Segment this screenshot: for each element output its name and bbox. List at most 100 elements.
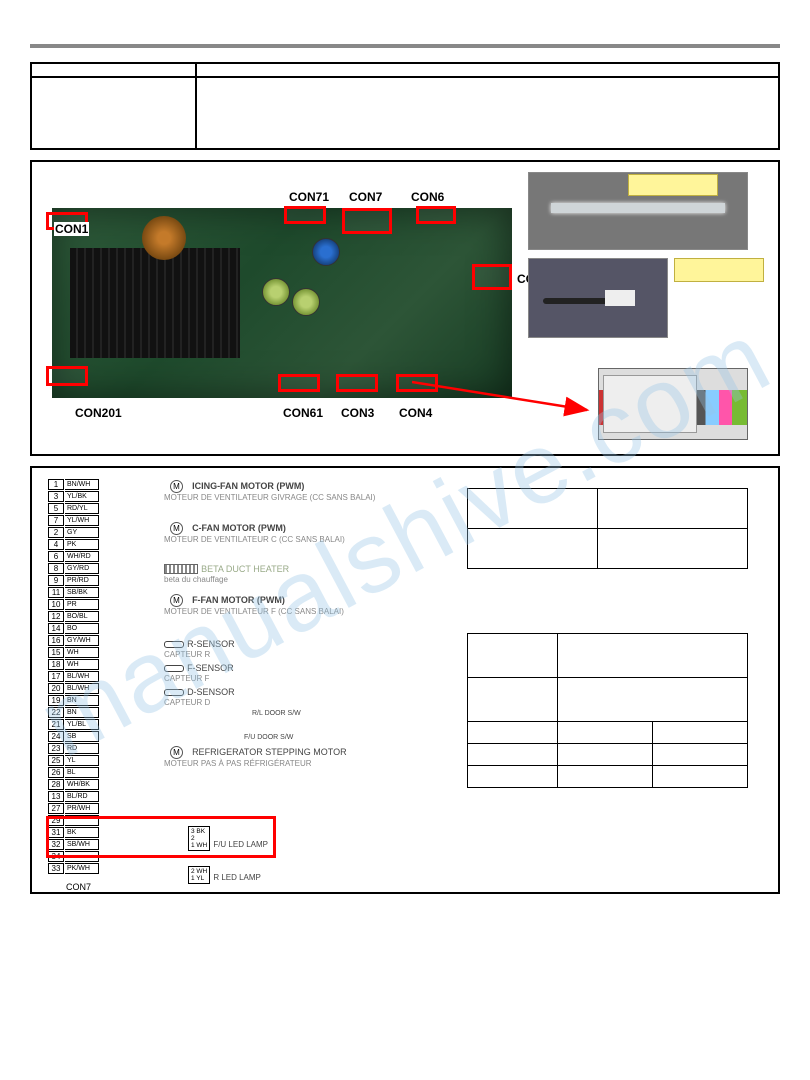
pin-row: 24SB [48, 730, 99, 742]
pin-number: 5 [48, 503, 64, 514]
pin-row: 17BL/WH [48, 670, 99, 682]
connector-con3 [336, 374, 378, 392]
sensor-icon [164, 689, 184, 696]
pin-wire-color: GY/RD [65, 563, 99, 574]
f-sensor-sub: CAPTEUR F [164, 674, 234, 683]
pin-number: 11 [48, 587, 64, 598]
pin-wire-color: GY [65, 527, 99, 538]
pin-wire-color: PK [65, 539, 99, 550]
connector-con5 [472, 264, 512, 290]
pin-row: 15WH [48, 646, 99, 658]
pin-row: 22BN [48, 706, 99, 718]
top-table-r1c2 [196, 63, 779, 77]
desc-r-sensor: R-SENSOR CAPTEUR R [164, 638, 235, 659]
pin-row: 9PR/RD [48, 574, 99, 586]
pin-row: 11SB/BK [48, 586, 99, 598]
label-con7-bottom: CON7 [66, 882, 91, 892]
pin-number: 16 [48, 635, 64, 646]
side-table-2 [467, 633, 748, 788]
connector-con7 [342, 208, 392, 234]
sensor-icon [164, 641, 184, 648]
pin-row: 5RD/YL [48, 502, 99, 514]
inductor-coil [142, 216, 186, 260]
pcb-panel: CON1 CON71 CON7 CON6 CON5 CON201 CON61 C… [30, 160, 780, 456]
lamp-box-icon: 2 WH1 YL [188, 866, 210, 884]
pin-number: 8 [48, 563, 64, 574]
top-table-r2c2 [196, 77, 779, 149]
desc-beta-heater: BETA DUCT HEATER beta du chauffage [164, 563, 289, 584]
desc-f-fan: M F-FAN MOTOR (PWM) MOTEUR DE VENTILATEU… [164, 594, 344, 616]
pin-row: 23RD [48, 742, 99, 754]
connector-con6 [416, 206, 456, 224]
pin-wire-color: SB [65, 731, 99, 742]
pin-number: 6 [48, 551, 64, 562]
pin-number: 19 [48, 695, 64, 706]
connector-con201 [46, 366, 88, 386]
pin-wire-color: BL [65, 767, 99, 778]
red-highlight-box [46, 816, 276, 858]
pin-wire-color: BN [65, 695, 99, 706]
pin-row: 10PR [48, 598, 99, 610]
pin-number: 14 [48, 623, 64, 634]
pin-row: 3YL/BK [48, 490, 99, 502]
pin-wire-color: BO/BL [65, 611, 99, 622]
pin-row: 28WH/BK [48, 778, 99, 790]
step-motor-sub: MOTEUR PAS À PAS RÉFRIGÉRATEUR [164, 759, 347, 768]
r-sensor-label: R-SENSOR [187, 639, 235, 649]
pin-wire-color: WH/RD [65, 551, 99, 562]
sticky-note-2 [674, 258, 764, 282]
pin-wire-color: YL [65, 755, 99, 766]
pcb-board-image [52, 208, 512, 398]
capacitor [292, 288, 320, 316]
pin-wire-color: BO [65, 623, 99, 634]
c-fan-sub: MOTEUR DE VENTILATEUR C (CC SANS BALAI) [164, 535, 345, 544]
pin-wire-color: YL/WH [65, 515, 99, 526]
pin-wire-color: BL/RD [65, 791, 99, 802]
pin-row: 27PR/WH [48, 802, 99, 814]
pin-row: 6WH/RD [48, 550, 99, 562]
pin-number: 24 [48, 731, 64, 742]
desc-fu-door: F/U DOOR S/W [244, 730, 293, 742]
pin-number: 3 [48, 491, 64, 502]
pin-wire-color: BN [65, 707, 99, 718]
pin-wire-color: BL/WH [65, 683, 99, 694]
top-info-table [30, 62, 780, 150]
desc-rl-door: R/L DOOR S/W [252, 706, 301, 718]
pin-number: 4 [48, 539, 64, 550]
icing-fan-sub: MOTEUR DE VENTILATEUR GIVRAGE (CC SANS B… [164, 493, 375, 502]
pin-number: 12 [48, 611, 64, 622]
desc-r-led: 2 WH1 YL R LED LAMP [188, 866, 261, 884]
label-con201: CON201 [74, 406, 123, 420]
icing-fan-label: ICING-FAN MOTOR (PWM) [192, 481, 304, 491]
pin-row: 20BL/WH [48, 682, 99, 694]
pin-row: 1BN/WH [48, 478, 99, 490]
cable-plug [605, 290, 635, 306]
f-sensor-label: F-SENSOR [187, 663, 234, 673]
pin-wire-color: YL/BL [65, 719, 99, 730]
pin-wire-color: WH [65, 647, 99, 658]
pin-number: 7 [48, 515, 64, 526]
sensor-icon [164, 665, 184, 672]
top-table-r1c1 [31, 63, 196, 77]
pin-wire-color: PR/RD [65, 575, 99, 586]
desc-step-motor: M REFRIGERATOR STEPPING MOTOR MOTEUR PAS… [164, 746, 347, 768]
inset-photo-cable [528, 258, 668, 338]
capacitor [262, 278, 290, 306]
pin-wire-color: WH [65, 659, 99, 670]
beta-heater-sub: beta du chauffage [164, 575, 289, 584]
pin-row: 26BL [48, 766, 99, 778]
pin-number: 21 [48, 719, 64, 730]
pin-wire-color: YL/BK [65, 491, 99, 502]
pin-number: 15 [48, 647, 64, 658]
pin-row: 19BN [48, 694, 99, 706]
pin-row: 7YL/WH [48, 514, 99, 526]
header-divider [30, 44, 780, 48]
f-fan-label: F-FAN MOTOR (PWM) [192, 595, 285, 605]
connector-con71 [284, 206, 326, 224]
heatsink [70, 248, 240, 358]
pin-wire-color: PR [65, 599, 99, 610]
desc-icing-fan: M ICING-FAN MOTOR (PWM) MOTEUR DE VENTIL… [164, 480, 375, 502]
pin-number: 17 [48, 671, 64, 682]
pin-number: 2 [48, 527, 64, 538]
red-arrow-icon [412, 372, 612, 442]
